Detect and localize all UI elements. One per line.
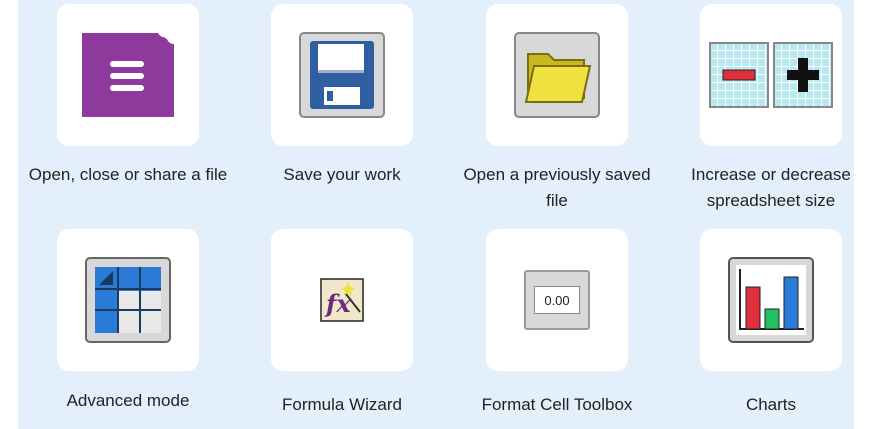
advanced-mode-label: Advanced mode bbox=[66, 391, 190, 410]
open-file-button[interactable] bbox=[486, 4, 628, 146]
formula-wizard-button[interactable]: fx bbox=[271, 229, 413, 371]
format-cell-label: Format Cell Toolbox bbox=[481, 395, 633, 414]
save-button[interactable] bbox=[271, 4, 413, 146]
formula-wizard-icon: fx bbox=[320, 278, 364, 322]
floppy-disk-icon bbox=[299, 32, 385, 118]
charts-button[interactable] bbox=[700, 229, 842, 371]
file-menu-button[interactable] bbox=[57, 4, 199, 146]
format-cell-value: 0.00 bbox=[534, 286, 580, 314]
resize-spreadsheet-button[interactable] bbox=[700, 4, 842, 146]
save-label: Save your work bbox=[283, 165, 401, 184]
formula-wizard-label: Formula Wizard bbox=[282, 395, 402, 414]
format-cell-button[interactable]: 0.00 bbox=[486, 229, 628, 371]
bar-chart-icon bbox=[728, 257, 814, 343]
advanced-table-icon bbox=[85, 257, 171, 343]
charts-label: Charts bbox=[745, 395, 797, 414]
file-menu-icon bbox=[82, 33, 174, 117]
format-cell-icon: 0.00 bbox=[524, 270, 590, 330]
file-menu-label: Open, close or share a file bbox=[28, 165, 228, 184]
folder-icon bbox=[514, 32, 600, 118]
open-file-label: Open a previously saved file bbox=[463, 165, 651, 210]
resize-grid-icon bbox=[709, 42, 833, 108]
resize-label: Increase or decrease spreadsheet size bbox=[691, 165, 851, 210]
advanced-mode-button[interactable] bbox=[57, 229, 199, 371]
